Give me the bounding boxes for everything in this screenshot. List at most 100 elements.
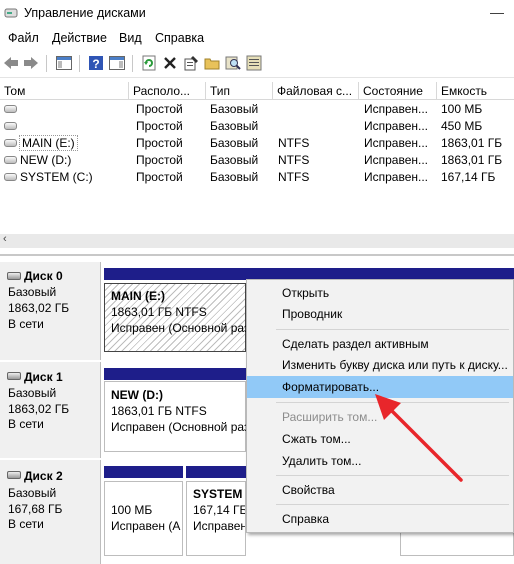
console-tree-icon[interactable] [55,54,73,72]
disk-type: Базовый [8,486,57,500]
disk-state: В сети [8,317,44,331]
back-arrow-icon[interactable] [2,54,20,72]
properties-icon[interactable] [182,54,200,72]
disk-1-info[interactable]: Диск 1 Базовый 1863,02 ГБ В сети [0,362,101,458]
volume-status: Исправен... [364,102,429,116]
table-row[interactable]: Простой Базовый Исправен... 450 МБ [0,118,514,135]
disk-type: Базовый [8,386,57,400]
column-header-status[interactable]: Состояние [359,82,437,100]
partition-status: Исправен (Основной раз [111,321,250,335]
volume-layout: Простой [136,102,183,116]
column-header-filesystem[interactable]: Файловая с... [273,82,359,100]
menu-item-change-drive-letter[interactable]: Изменить букву диска или путь к диску... [247,354,513,376]
menu-view[interactable]: Вид [119,31,142,45]
volume-name: NEW (D:) [20,153,72,167]
disk-icon [7,272,21,280]
minimize-button[interactable]: — [490,4,504,20]
menu-item-label: Сделать раздел активным [282,337,429,351]
disk-0-info[interactable]: Диск 0 Базовый 1863,02 ГБ В сети [0,262,101,360]
menu-action[interactable]: Действие [52,31,107,45]
menu-item-explorer[interactable]: Проводник [247,303,513,325]
table-row[interactable]: NEW (D:) Простой Базовый NTFS Исправен..… [0,152,514,169]
volume-type: Базовый [210,170,259,184]
disk-state: В сети [8,417,44,431]
menu-item-label: Изменить букву диска или путь к диску... [282,358,508,372]
disk-size: 1863,02 ГБ [8,301,70,315]
column-header-type[interactable]: Тип [206,82,273,100]
column-header-layout[interactable]: Располо... [129,82,206,100]
drive-icon [4,139,17,147]
volume-capacity: 100 МБ [441,102,483,116]
menu-file[interactable]: Файл [8,31,39,45]
column-header-capacity[interactable]: Емкость [437,82,514,100]
partition-name: MAIN (E:) [111,289,165,303]
disk-2-info[interactable]: Диск 2 Базовый 167,68 ГБ В сети [0,460,101,564]
menu-item-label: Сжать том... [282,432,351,446]
menu-separator [276,475,509,476]
forward-arrow-icon[interactable] [22,54,40,72]
table-row[interactable]: SYSTEM (C:) Простой Базовый NTFS Исправе… [0,169,514,186]
menu-help[interactable]: Справка [155,31,204,45]
help-icon[interactable]: ? [87,54,105,72]
menu-item-label: Открыть [282,286,330,300]
partition-main-e[interactable]: MAIN (E:) 1863,01 ГБ NTFS Исправен (Осно… [104,283,250,352]
refresh-icon[interactable] [140,54,158,72]
table-row[interactable]: Простой Базовый Исправен... 100 МБ [0,101,514,118]
scroll-left-icon[interactable]: ‹ [3,233,7,245]
volume-type: Базовый [210,102,259,116]
menu-separator [276,402,509,403]
menu-bar: Файл Действие Вид Справка [0,28,514,50]
table-row[interactable]: MAIN (E:) Простой Базовый NTFS Исправен.… [0,135,514,152]
partition-size: 100 МБ [111,503,153,517]
partition-name: SYSTEM (C: [193,487,245,501]
menu-separator [276,329,509,330]
search-icon[interactable] [224,54,242,72]
partition-bar [104,466,183,478]
svg-text:?: ? [92,57,99,71]
menu-item-mark-active[interactable]: Сделать раздел активным [247,333,513,355]
volume-status: Исправен... [364,153,429,167]
menu-item-delete-volume[interactable]: Удалить том... [247,450,513,472]
volume-fs: NTFS [278,153,310,167]
partition-new-d[interactable]: NEW (D:) 1863,01 ГБ NTFS Исправен (Основ… [104,381,249,452]
volume-layout: Простой [136,170,183,184]
menu-item-properties[interactable]: Свойства [247,479,513,501]
volume-status: Исправен... [364,170,429,184]
menu-item-label: Расширить том... [282,410,378,424]
disk-icon [7,372,21,380]
partition-system-reserved[interactable]: 100 МБ Исправен (А [104,481,183,556]
context-menu: Открыть Проводник Сделать раздел активны… [246,279,514,533]
disk-state: В сети [8,517,44,531]
menu-item-label: Форматировать... [282,380,380,394]
volume-capacity: 450 МБ [441,119,483,133]
menu-item-label: Удалить том... [282,454,362,468]
delete-icon[interactable] [161,54,179,72]
partition-system-c[interactable]: SYSTEM (C: 167,14 ГБ NT Исправен (За [186,481,246,556]
menu-separator [276,504,509,505]
volume-table-header: Том Располо... Тип Файловая с... Состоян… [0,82,514,100]
volume-type: Базовый [210,153,259,167]
menu-item-label: Проводник [282,307,343,321]
menu-item-open[interactable]: Открыть [247,282,513,304]
volume-name: SYSTEM (C:) [20,170,93,184]
menu-item-help[interactable]: Справка [247,508,513,530]
open-folder-icon[interactable] [203,54,221,72]
menu-item-label: Справка [282,512,330,526]
volume-status: Исправен... [364,119,429,133]
menu-item-format[interactable]: Форматировать... [247,376,513,398]
menu-item-label: Свойства [282,483,335,497]
window-title: Управление дисками [24,6,146,20]
volume-layout: Простой [136,119,183,133]
disk-management-icon [4,8,18,18]
list-view-icon[interactable] [245,54,263,72]
action-pane-icon[interactable] [108,54,126,72]
partition-status: Исправен (А [111,519,181,533]
drive-icon [4,122,17,130]
disk-name: Диск 1 [24,370,63,384]
disk-type: Базовый [8,285,57,299]
volume-capacity: 1863,01 ГБ [441,136,503,150]
horizontal-scrollbar[interactable]: ‹ [0,233,514,248]
menu-item-extend-volume: Расширить том... [247,406,513,428]
menu-item-shrink-volume[interactable]: Сжать том... [247,428,513,450]
column-header-volume[interactable]: Том [0,82,129,100]
